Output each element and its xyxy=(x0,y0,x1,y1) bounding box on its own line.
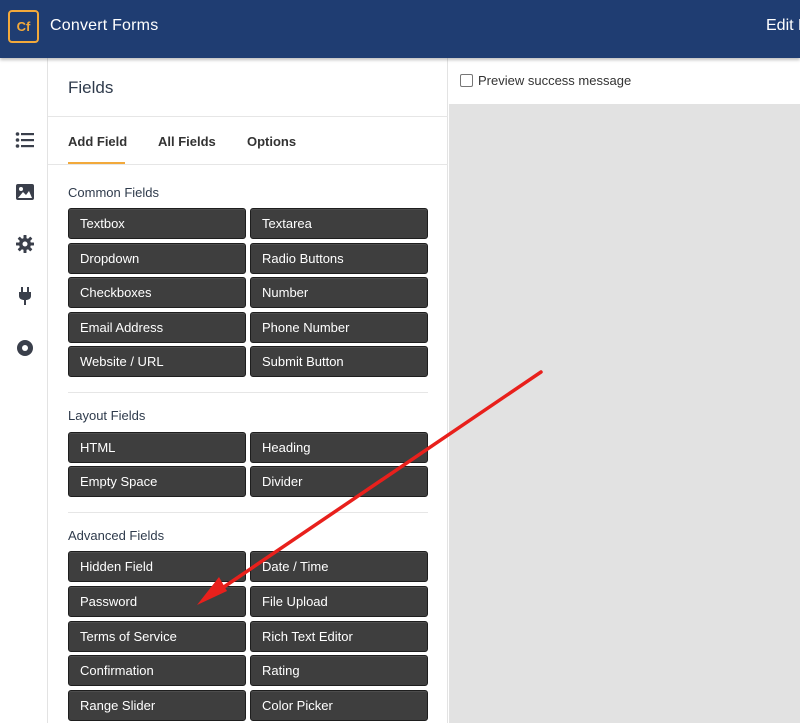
panel-title: Fields xyxy=(68,78,114,97)
field-button-terms-of-service[interactable]: Terms of Service xyxy=(68,621,246,652)
image-icon[interactable] xyxy=(14,181,36,203)
field-button-rich-text-editor[interactable]: Rich Text Editor xyxy=(250,621,428,652)
list-icon[interactable] xyxy=(14,129,36,151)
section-title-layout-fields: Layout Fields xyxy=(68,408,146,423)
field-button-hidden-field[interactable]: Hidden Field xyxy=(68,551,246,582)
plug-icon[interactable] xyxy=(14,285,36,307)
field-button-confirmation[interactable]: Confirmation xyxy=(68,655,246,686)
circle-target-icon[interactable] xyxy=(14,337,36,359)
tab-all-fields[interactable]: All Fields xyxy=(158,134,216,149)
field-button-rating[interactable]: Rating xyxy=(250,655,428,686)
section-title-advanced-fields: Advanced Fields xyxy=(68,528,165,543)
divider xyxy=(68,512,428,513)
field-button-date-time[interactable]: Date / Time xyxy=(250,551,428,582)
field-button-textbox[interactable]: Textbox xyxy=(68,208,246,239)
app-logo[interactable]: Cf xyxy=(8,10,39,43)
tab-add-field[interactable]: Add Field xyxy=(68,134,127,149)
field-button-website-url[interactable]: Website / URL xyxy=(68,346,246,377)
divider xyxy=(48,116,448,117)
field-button-checkboxes[interactable]: Checkboxes xyxy=(68,277,246,308)
field-button-divider[interactable]: Divider xyxy=(250,466,428,497)
field-button-submit-button[interactable]: Submit Button xyxy=(250,346,428,377)
icon-sidebar xyxy=(0,58,48,723)
tab-options[interactable]: Options xyxy=(247,134,296,149)
preview-toolbar: Preview success message xyxy=(449,58,800,104)
divider xyxy=(68,392,428,393)
field-button-radio-buttons[interactable]: Radio Buttons xyxy=(250,243,428,274)
field-button-file-upload[interactable]: File Upload xyxy=(250,586,428,617)
field-button-dropdown[interactable]: Dropdown xyxy=(68,243,246,274)
logo-text: Cf xyxy=(16,19,31,34)
field-button-phone-number[interactable]: Phone Number xyxy=(250,312,428,343)
preview-success-label[interactable]: Preview success message xyxy=(478,73,631,88)
fields-panel: Fields Add Field All Fields Options Comm… xyxy=(48,58,448,723)
edit-form-title: Edit F xyxy=(766,17,800,34)
field-button-color-picker[interactable]: Color Picker xyxy=(250,690,428,721)
app-name: Convert Forms xyxy=(50,17,159,34)
section-title-common-fields: Common Fields xyxy=(68,185,160,200)
field-button-email-address[interactable]: Email Address xyxy=(68,312,246,343)
field-button-html[interactable]: HTML xyxy=(68,432,246,463)
field-button-empty-space[interactable]: Empty Space xyxy=(68,466,246,497)
divider xyxy=(48,164,448,165)
preview-success-checkbox[interactable] xyxy=(460,74,473,87)
top-bar: Cf Convert Forms Edit F xyxy=(0,0,800,58)
form-preview-area: Preview success message xyxy=(449,58,800,723)
field-button-number[interactable]: Number xyxy=(250,277,428,308)
field-button-textarea[interactable]: Textarea xyxy=(250,208,428,239)
field-button-heading[interactable]: Heading xyxy=(250,432,428,463)
field-button-range-slider[interactable]: Range Slider xyxy=(68,690,246,721)
field-button-password[interactable]: Password xyxy=(68,586,246,617)
gear-icon[interactable] xyxy=(14,233,36,255)
